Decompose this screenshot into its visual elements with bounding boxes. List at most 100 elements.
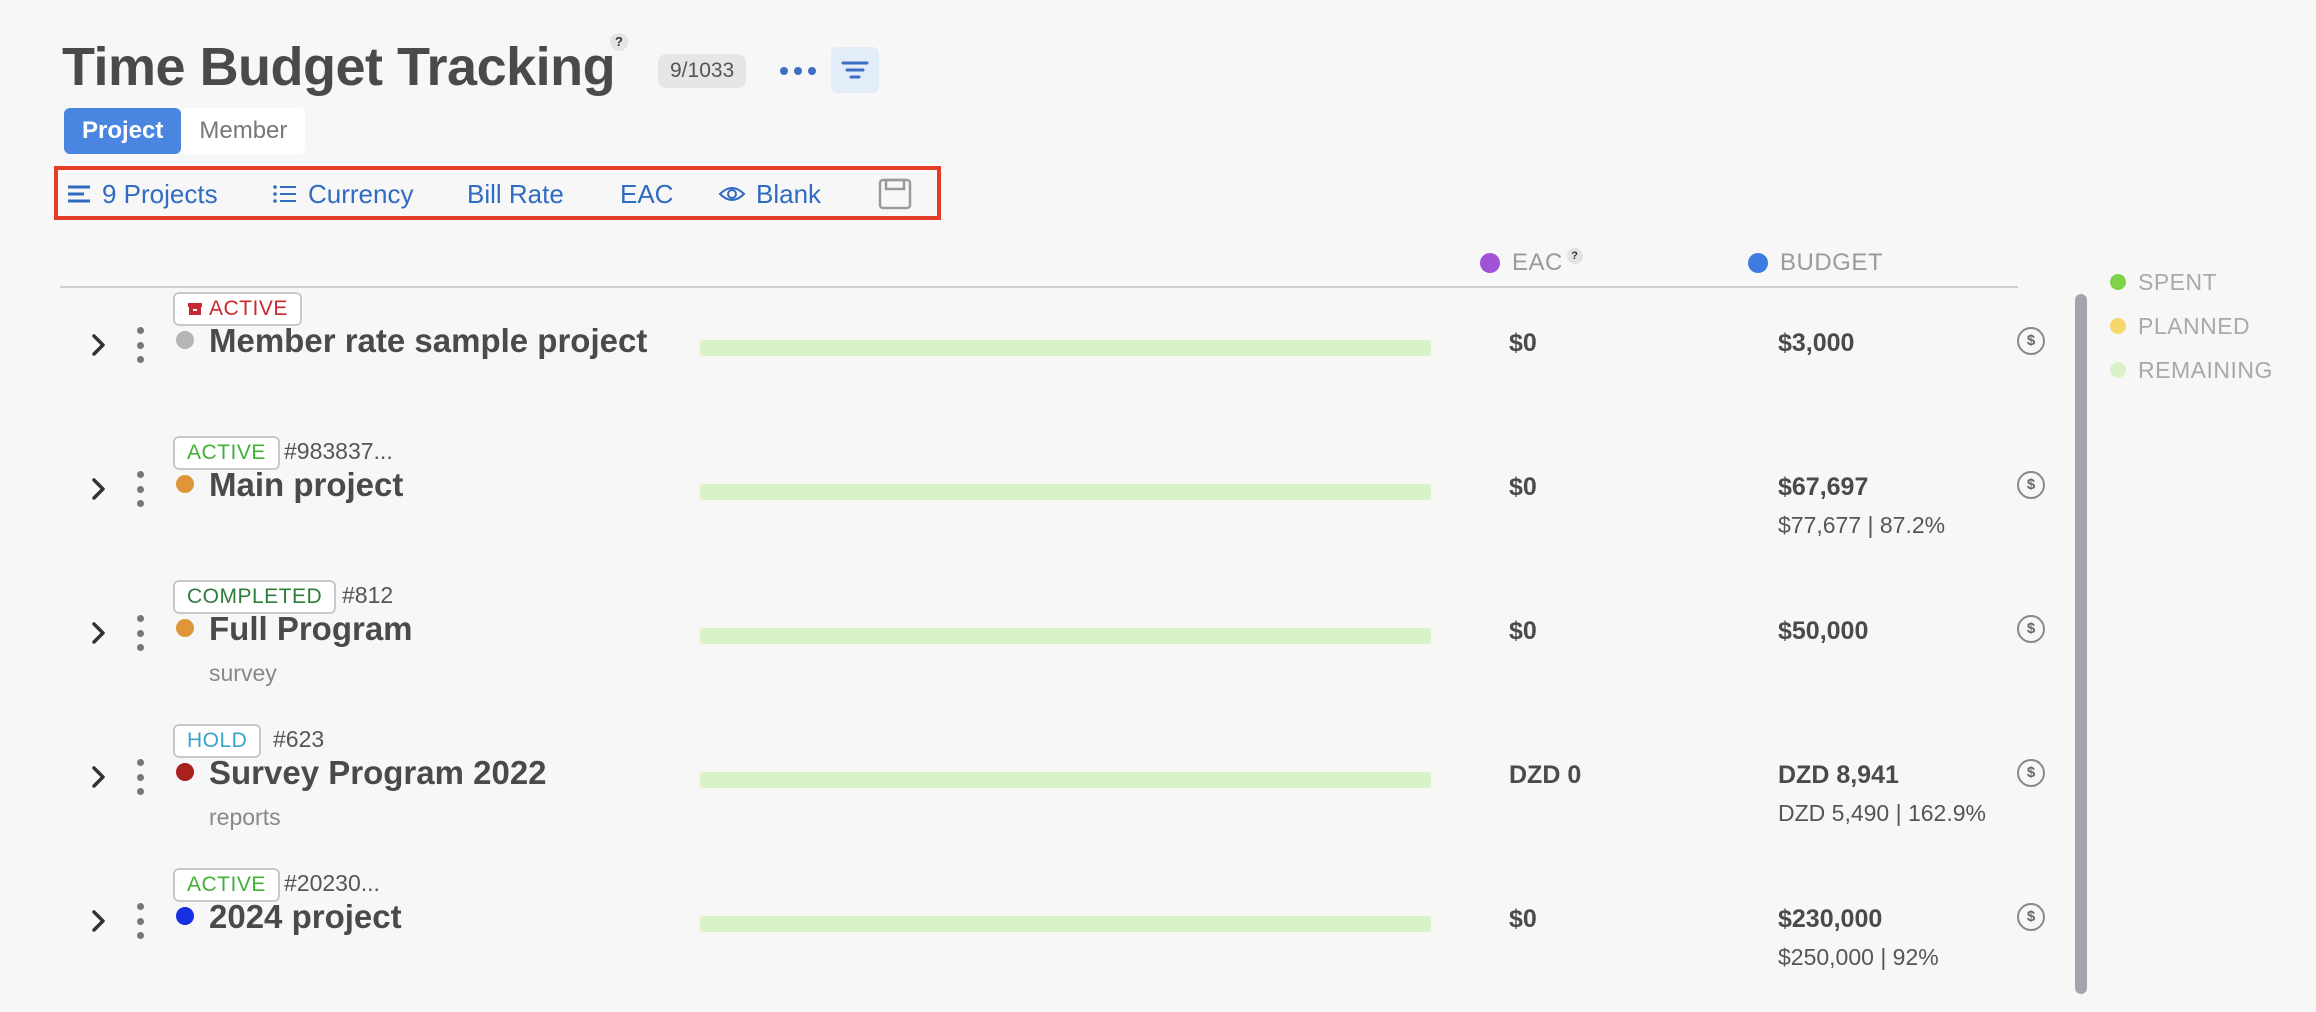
budget-detail: DZD 5,490 | 162.9% <box>1778 800 1986 826</box>
project-subtitle: reports <box>209 804 281 830</box>
projects-label: 9 Projects <box>102 179 218 209</box>
status-badge: HOLD <box>173 724 262 758</box>
eac-value: DZD 0 <box>1509 761 1582 789</box>
eye-icon <box>718 187 746 201</box>
row-menu-button[interactable] <box>137 471 147 507</box>
budget-value: DZD 8,941 <box>1778 761 1899 789</box>
projects-dropdown[interactable]: 9 Projects <box>66 175 218 213</box>
budget-value: $50,000 <box>1778 617 1869 645</box>
kebab-icon <box>137 471 144 478</box>
dollar-circle-icon[interactable]: $ <box>2017 471 2045 499</box>
blank-label: Blank <box>756 179 822 209</box>
help-icon[interactable]: ? <box>1566 248 1583 264</box>
table-row[interactable]: ACTIVE #983837... Main project $0 $67,697 $77… <box>0 436 2080 580</box>
project-color-dot <box>176 475 194 493</box>
budget-progress-bar <box>700 772 1431 788</box>
project-name[interactable]: Full Program <box>209 610 413 648</box>
dollar-circle-icon[interactable]: $ <box>2017 759 2045 787</box>
table-row[interactable]: HOLD #623 Survey Program 2022 reports DZD 0 D… <box>0 724 2080 868</box>
budget-progress-bar <box>700 340 1431 356</box>
bill-rate-dropdown[interactable]: Bill Rate <box>467 175 564 213</box>
status-badge: COMPLETED <box>173 580 337 614</box>
table-row[interactable]: COMPLETED #812 Full Program survey $0 $50,000… <box>0 580 2080 724</box>
legend-item-spent: SPENT <box>2110 260 2273 304</box>
project-color-dot <box>176 763 194 781</box>
budget-value: $67,697 <box>1778 473 1869 501</box>
view-tabs: Project Member <box>64 108 306 154</box>
currency-label: Currency <box>308 179 414 209</box>
row-menu-button[interactable] <box>137 903 147 939</box>
project-subtitle: survey <box>209 660 277 686</box>
bill-rate-label: Bill Rate <box>467 179 564 209</box>
dollar-circle-icon[interactable]: $ <box>2017 903 2045 931</box>
help-icon[interactable]: ? <box>610 33 628 51</box>
eac-dropdown[interactable]: EAC <box>620 175 673 213</box>
more-options-button[interactable] <box>780 58 816 84</box>
legend: SPENT PLANNED REMAINING <box>2110 260 2273 392</box>
lines-align-icon <box>68 185 90 203</box>
budget-progress-bar <box>700 916 1431 932</box>
row-menu-button[interactable] <box>137 327 147 363</box>
project-id: #20230... <box>284 870 380 896</box>
filter-lines-icon <box>841 61 869 79</box>
project-color-dot <box>176 907 194 925</box>
project-id: #623 <box>273 726 325 752</box>
budget-value: $3,000 <box>1778 329 1855 357</box>
save-view-button[interactable] <box>878 175 912 213</box>
budget-detail: $250,000 | 92% <box>1778 944 1939 970</box>
budget-value: $230,000 <box>1778 905 1883 933</box>
project-id: #983837... <box>284 438 393 464</box>
tab-member[interactable]: Member <box>181 108 306 154</box>
filter-button[interactable] <box>831 47 879 93</box>
legend-item-remaining: REMAINING <box>2110 348 2273 392</box>
chevron-right-icon[interactable] <box>86 620 112 646</box>
page-title: Time Budget Tracking <box>62 37 616 97</box>
eac-value: $0 <box>1509 329 1537 357</box>
dollar-circle-icon[interactable]: $ <box>2017 615 2045 643</box>
archive-icon <box>188 303 202 315</box>
budget-detail: $77,677 | 87.2% <box>1778 512 1946 538</box>
header-divider <box>60 286 2018 288</box>
project-name[interactable]: 2024 project <box>209 898 402 936</box>
kebab-icon <box>137 615 144 622</box>
kebab-icon <box>137 903 144 910</box>
status-badge: ACTIVE <box>173 868 280 902</box>
chevron-right-icon[interactable] <box>86 764 112 790</box>
project-name[interactable]: Main project <box>209 466 403 504</box>
project-id: #812 <box>342 582 394 608</box>
row-menu-button[interactable] <box>137 615 147 651</box>
chevron-right-icon[interactable] <box>86 332 112 358</box>
project-color-dot <box>176 619 194 637</box>
chevron-right-icon[interactable] <box>86 908 112 934</box>
eac-value: $0 <box>1509 617 1537 645</box>
eac-value: $0 <box>1509 473 1537 501</box>
eac-color-dot <box>1480 253 1500 273</box>
list-icon <box>273 185 296 203</box>
dollar-circle-icon[interactable]: $ <box>2017 327 2045 355</box>
save-floppy-icon <box>878 178 912 210</box>
budget-color-dot <box>1748 253 1768 273</box>
project-color-dot <box>176 331 194 349</box>
budget-header-label: BUDGET <box>1780 249 1884 276</box>
budget-column-header[interactable]: BUDGET <box>1748 249 1883 277</box>
budget-progress-bar <box>700 628 1431 644</box>
status-badge: ACTIVE <box>173 292 302 326</box>
blank-toggle[interactable]: Blank <box>718 175 821 213</box>
chevron-right-icon[interactable] <box>86 476 112 502</box>
eac-value: $0 <box>1509 905 1537 933</box>
budget-progress-bar <box>700 484 1431 500</box>
tab-project[interactable]: Project <box>64 108 182 154</box>
more-horizontal-icon <box>780 67 788 75</box>
eac-label: EAC <box>620 179 674 209</box>
status-badge: ACTIVE <box>173 436 280 470</box>
table-row[interactable]: ACTIVE Member rate sample project $0 $3,000… <box>0 292 2080 436</box>
table-row[interactable]: ACTIVE #20230... 2024 project $0 $230,000 $25… <box>0 868 2080 1012</box>
kebab-icon <box>137 759 144 766</box>
currency-dropdown[interactable]: Currency <box>272 175 413 213</box>
project-name[interactable]: Survey Program 2022 <box>209 754 547 792</box>
project-name[interactable]: Member rate sample project <box>209 322 647 360</box>
eac-column-header[interactable]: EAC ? <box>1480 248 1583 277</box>
count-badge: 9/1033 <box>658 54 747 88</box>
row-menu-button[interactable] <box>137 759 147 795</box>
eac-header-label: EAC <box>1512 249 1563 276</box>
